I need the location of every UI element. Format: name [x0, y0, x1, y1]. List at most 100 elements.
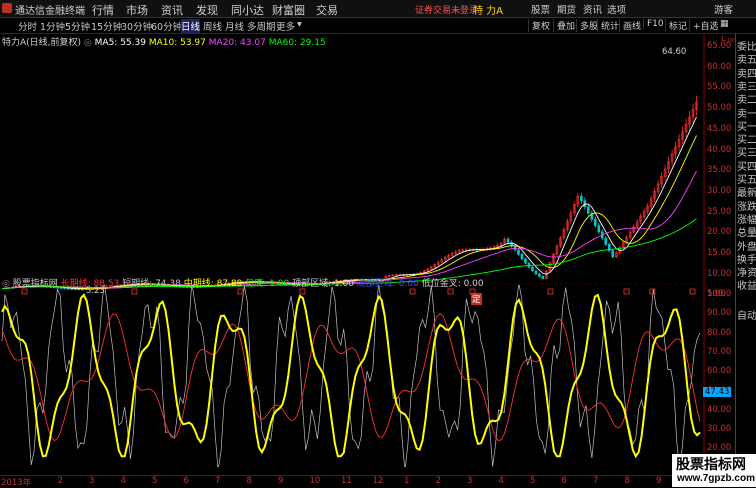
date-axis-tick: 1 — [404, 476, 410, 486]
top-zone-marker — [547, 288, 554, 295]
indicator-axis-tick: 70.00 — [707, 346, 732, 357]
period-monthly[interactable]: 月线 — [225, 19, 244, 33]
period-1min[interactable]: 1分钟 — [40, 19, 65, 33]
top-zone-marker — [409, 288, 416, 295]
indicator-axis-tick: 80.00 — [707, 327, 732, 338]
menu-item-jiaoyi[interactable]: 交易 — [316, 2, 338, 18]
toolbar-biaoji[interactable]: 标记 — [665, 19, 687, 32]
menu-item-zixun[interactable]: 资讯 — [161, 2, 183, 18]
period-toolbar: 分时 1分钟 5分钟 15分钟 30分钟 60分钟 日线 周线 月线 多周期 更… — [0, 18, 756, 34]
date-axis-tick: 2 — [435, 476, 441, 486]
candle-body — [580, 195, 583, 201]
date-axis-tick: 6 — [183, 476, 189, 486]
top-menu-bar: 通达信金融终端 行情 市场 资讯 发现 同小达 财富圈 交易 证券交易未登录 特… — [0, 0, 756, 18]
menu-item-hangqing[interactable]: 行情 — [92, 2, 114, 18]
date-axis-tick: 2 — [57, 476, 63, 486]
menu-item-faxian[interactable]: 发现 — [196, 2, 218, 18]
short-line-label: 短期线: 74.38 — [122, 279, 181, 289]
ma5-line — [1, 116, 697, 290]
period-fenshi[interactable]: 分时 — [18, 19, 37, 33]
top-tab-stocks[interactable]: 股票 — [531, 2, 550, 16]
menu-item-caifuquan[interactable]: 财富圈 — [272, 2, 305, 18]
toolbar-f10[interactable]: F10 — [643, 19, 664, 29]
indicator-legend: ◎ 股票指标网 长期线: 88.53 短期线: 74.38 中期线: 87.89… — [2, 276, 484, 289]
date-axis-tick: 4 — [498, 476, 504, 486]
candle-body — [538, 273, 541, 277]
top-zone-marker — [447, 288, 454, 295]
toolbar-duogu[interactable]: 多股 — [576, 19, 598, 32]
ma10-line — [1, 135, 697, 290]
menu-item-tongxiaoda[interactable]: 同小达 — [231, 2, 264, 18]
price-axis-tick: 15.00 — [707, 248, 732, 258]
indicator-axis-tick: 20.00 — [707, 443, 732, 454]
price-axis-tick: 10.00 — [707, 268, 732, 279]
date-axis-tick: 12 — [372, 476, 384, 486]
period-more[interactable]: 更多 — [276, 19, 295, 33]
mid-line-label: 中期线: 87.89 — [183, 279, 243, 289]
date-axis-tick: 6 — [561, 476, 567, 486]
date-axis-tick: 9 — [656, 476, 662, 486]
kline-chart[interactable] — [0, 34, 734, 304]
period-daily[interactable]: 日线 — [181, 19, 201, 33]
top-zone-marker — [21, 288, 28, 295]
candle-body — [604, 237, 608, 245]
chevron-down-icon[interactable]: ▾ — [297, 19, 302, 30]
period-5min[interactable]: 5分钟 — [65, 19, 90, 33]
login-notice[interactable]: 证券交易未登录 — [415, 3, 478, 16]
top-zone-marker — [689, 288, 696, 295]
ma60-label: MA60: 29.15 — [268, 38, 326, 48]
top-zone-marker — [623, 288, 630, 295]
toolbar-zixuan[interactable]: +自选 — [689, 19, 719, 32]
toolbar-tongji[interactable]: 统计 — [597, 19, 619, 32]
top-zone-marker — [237, 288, 244, 295]
candle-body — [517, 249, 520, 255]
indicator-chart[interactable] — [0, 285, 734, 467]
peak-price-label: 64.60 — [662, 47, 687, 57]
period-weekly[interactable]: 周线 — [203, 19, 222, 33]
date-axis-tick: 7 — [215, 476, 221, 486]
candle-body — [531, 266, 534, 272]
candle-body — [541, 276, 545, 279]
toolbar-fuquan[interactable]: 复权 — [528, 19, 550, 32]
main-legend: 特力A(日线,前复权) ◎ MA5: 55.39 MA10: 53.97 MA2… — [2, 35, 326, 48]
price-axis-tick: 60.00 — [707, 61, 732, 72]
ma20-label: MA20: 43.07 — [208, 38, 266, 48]
auto-toggle: 自动 — [737, 311, 756, 322]
price-axis-tick: 35.00 — [707, 165, 732, 176]
date-axis-tick: 8 — [624, 476, 630, 486]
price-axis: 65.00 60.00 55.00 50.00 45.00 40.00 35.00 30.00… — [704, 34, 734, 304]
date-axis-tick: 3 — [467, 476, 473, 486]
price-axis-tick: 55.00 — [707, 82, 732, 93]
period-30min[interactable]: 30分钟 — [121, 19, 152, 33]
date-axis-tick: 5 — [152, 476, 158, 486]
toolbar-huaxian[interactable]: 画线 — [619, 19, 641, 32]
top-tab-options[interactable]: 选项 — [607, 2, 626, 16]
period-multi[interactable]: 多周期 — [247, 19, 276, 33]
candle-body — [520, 254, 524, 260]
mid-term-line — [1, 293, 701, 459]
indicator-current-value: 47.43 — [703, 387, 732, 397]
candle-body — [524, 258, 527, 264]
settings-icon[interactable]: ◎ — [84, 38, 92, 48]
quote-field-label: 收益 — [737, 281, 756, 293]
menu-item-shichang[interactable]: 市场 — [126, 2, 148, 18]
top-tab-futures[interactable]: 期货 — [557, 2, 576, 16]
period-60min[interactable]: 60分钟 — [151, 19, 182, 33]
settings-icon[interactable]: ◎ — [2, 279, 10, 289]
date-axis-tick: 8 — [246, 476, 252, 486]
layout-icon[interactable]: ▦ — [716, 19, 736, 29]
date-axis-tick: 5 — [530, 476, 536, 486]
candle-body — [587, 206, 590, 214]
golden-cross-label: 低位金叉: 0.00 — [421, 279, 484, 289]
price-axis-tick: 20.00 — [707, 227, 732, 238]
top-zone-marker — [131, 288, 138, 295]
date-axis-tick: 7 — [593, 476, 599, 486]
date-axis-tick: 4 — [120, 476, 126, 486]
guest-label[interactable]: 游客 — [714, 2, 733, 16]
top-tab-news[interactable]: 资讯 — [583, 2, 602, 16]
period-15min[interactable]: 15分钟 — [91, 19, 122, 33]
top-zone-marker — [299, 288, 306, 295]
buy-signal-label: 见底: 1.00 — [245, 279, 290, 289]
stock-title: 特 力A — [473, 6, 504, 17]
toolbar-diejia[interactable]: 叠加 — [553, 19, 575, 32]
